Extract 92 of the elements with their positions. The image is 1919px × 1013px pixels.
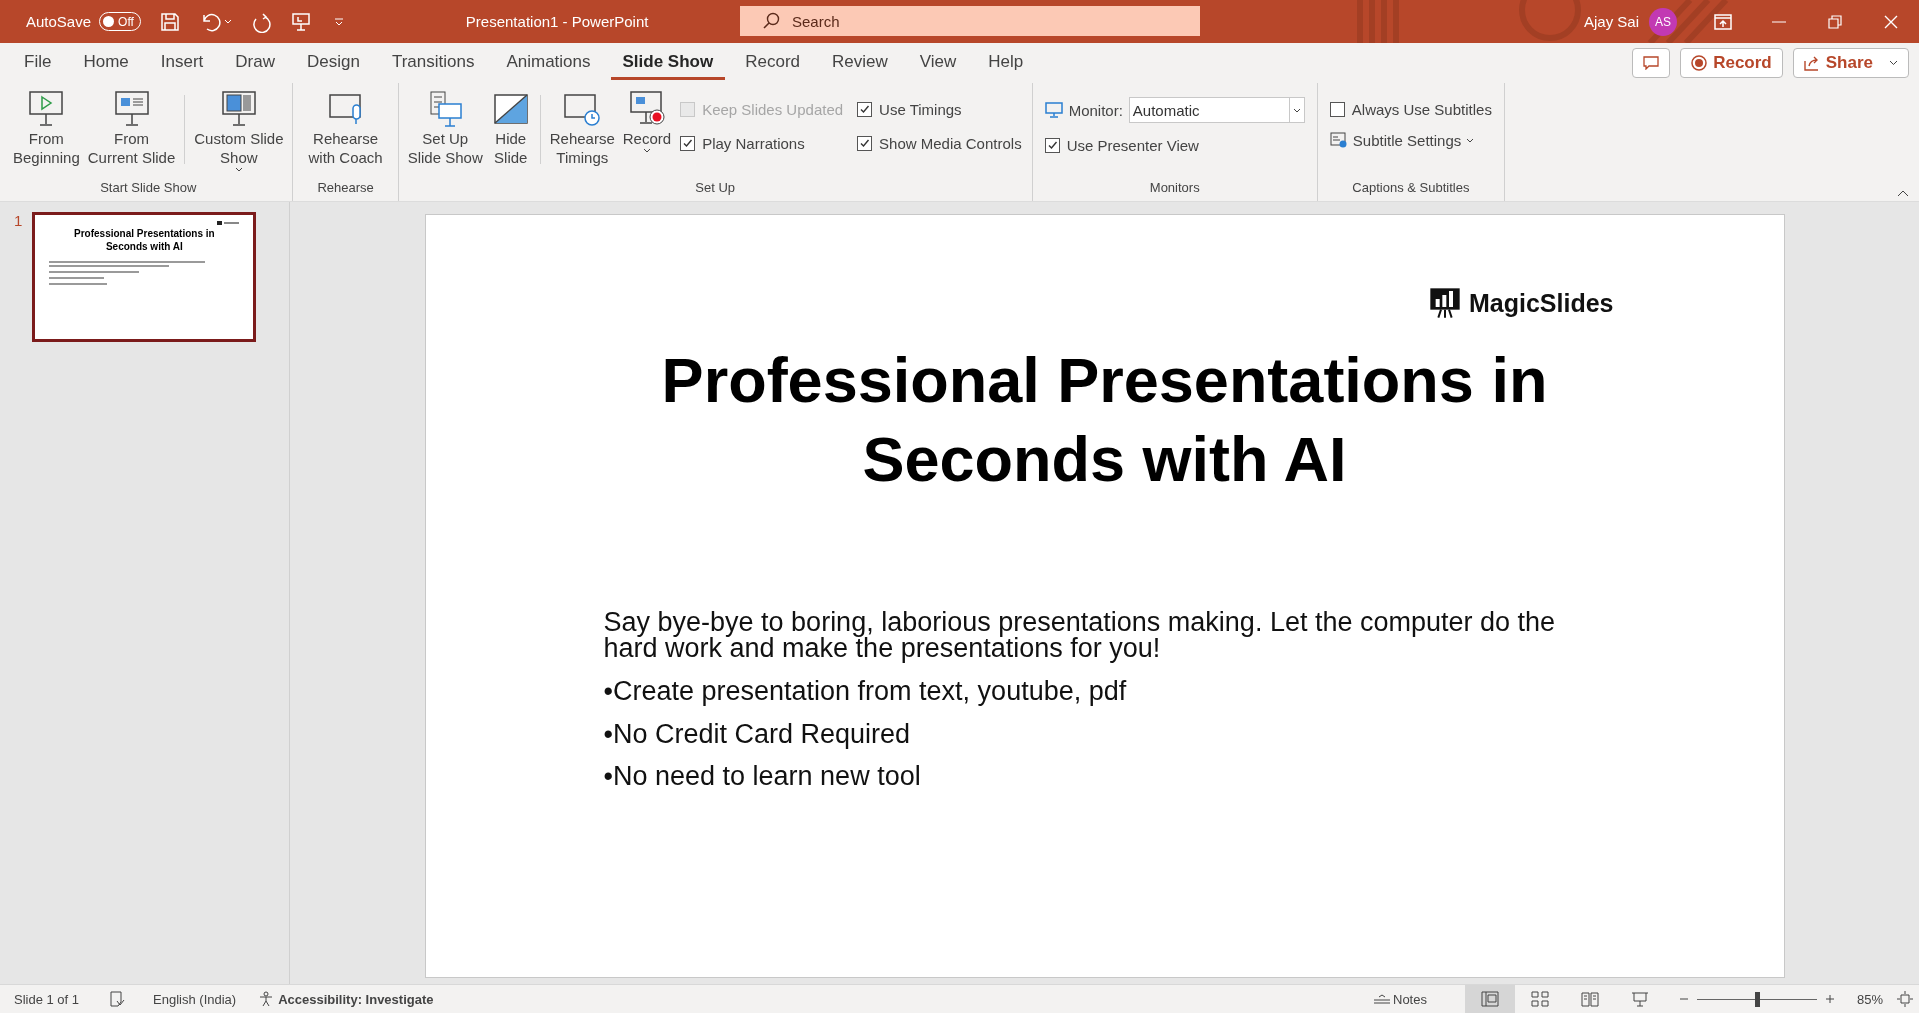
ribbon-tab[interactable]: Help	[976, 46, 1036, 80]
caret-icon	[1889, 60, 1898, 66]
subtitle-settings-menu[interactable]: Subtitle Settings	[1329, 131, 1492, 149]
caret-icon	[1466, 137, 1475, 143]
close-icon[interactable]	[1884, 14, 1898, 29]
slide-counter: Slide 1 of 1	[14, 991, 80, 1007]
share-icon	[1803, 55, 1820, 71]
monitor-label: Monitor:	[1068, 101, 1123, 119]
ribbon-tab[interactable]: Animations	[494, 46, 603, 80]
restore-icon[interactable]	[1828, 14, 1842, 29]
reading-view-icon	[1580, 991, 1599, 1007]
ribbon-tab[interactable]: Review	[820, 46, 900, 80]
user-name: Ajay Sai	[1583, 13, 1639, 30]
zoom-level: 85%	[1856, 991, 1883, 1007]
ribbon-button[interactable]: Set Up Slide Show	[404, 87, 486, 180]
collapse-ribbon-icon[interactable]	[1897, 190, 1909, 197]
save-icon[interactable]	[158, 10, 181, 33]
slide-number: 1	[14, 212, 23, 231]
accessibility-status[interactable]: Accessibility: Investigate	[278, 991, 434, 1007]
ribbon-tab[interactable]: Design	[294, 46, 372, 80]
checkmark-icon	[1046, 139, 1058, 151]
share-button[interactable]: Share	[1792, 48, 1909, 78]
group-label: Rehearse	[316, 180, 375, 197]
notes-icon[interactable]	[1373, 994, 1391, 1004]
checkbox-label: Always Use Subtitles	[1351, 100, 1492, 118]
group-label: Captions & Subtitles	[1351, 180, 1471, 197]
comments-button[interactable]	[1632, 48, 1671, 78]
slide-show-icon	[1630, 991, 1649, 1007]
checkbox-label: Use Timings	[879, 100, 962, 118]
checkbox-label: Show Media Controls	[879, 134, 1022, 152]
ribbon-tab[interactable]: Home	[71, 46, 141, 80]
bullet-item: •No need to learn new tool	[603, 760, 922, 793]
checkbox-label: Use Presenter View	[1066, 136, 1199, 154]
comment-icon	[1643, 56, 1660, 70]
ribbon-tab[interactable]: Draw	[223, 46, 287, 80]
ribbon-button[interactable]: Record	[619, 87, 675, 180]
logo-drawing	[217, 221, 240, 226]
group-label: Start Slide Show	[99, 180, 198, 197]
spelling-check-icon[interactable]	[109, 991, 126, 1007]
search-icon	[762, 12, 780, 30]
slide-title: Professional Presentations in Seconds with AI	[661, 344, 1548, 496]
logo-text: MagicSlides	[1469, 288, 1614, 318]
thumbnail-title: Professional Presentations in Seconds with AI	[73, 228, 216, 253]
slide-sorter-icon	[1530, 991, 1549, 1007]
user-avatar[interactable]: AS	[1649, 7, 1677, 36]
ribbon-tab[interactable]: Insert	[148, 46, 216, 80]
ribbon-display-icon[interactable]	[1714, 13, 1732, 30]
presenter-icon[interactable]	[289, 10, 312, 33]
zoom-in-icon[interactable]	[1824, 994, 1835, 1004]
group-label: Monitors	[1148, 180, 1201, 197]
ribbon-button[interactable]: Rehearse Timings	[546, 87, 618, 180]
search-field[interactable]: Search	[740, 6, 1200, 36]
group-label: Set Up	[694, 180, 737, 197]
checkmark-icon	[859, 103, 871, 115]
checkbox-label: Play Narrations	[702, 134, 805, 152]
checkbox[interactable]	[1329, 101, 1345, 117]
checkmark-icon	[859, 137, 871, 149]
monitor-icon	[1044, 102, 1063, 118]
record-icon	[1691, 55, 1708, 71]
caret-icon[interactable]	[223, 19, 232, 24]
slide-body-text: Say bye-bye to boring, laborious presentations making. Let the computer do the hard work and make the presentations for you!	[603, 608, 1557, 662]
subtitle-settings-icon	[1329, 131, 1348, 149]
accessibility-icon[interactable]	[258, 991, 275, 1007]
bullet-item: •Create presentation from text, youtube, pdf	[603, 675, 1128, 708]
record-button[interactable]: Record	[1680, 48, 1783, 78]
monitor-dropdown[interactable]: Automatic	[1128, 97, 1305, 123]
language-label: English (India)	[153, 991, 237, 1007]
ribbon-tab[interactable]: Transitions	[379, 46, 487, 80]
checkbox-label: Keep Slides Updated	[702, 100, 844, 118]
ribbon-tab[interactable]: Record	[733, 46, 812, 80]
checkmark-icon	[682, 137, 694, 149]
ribbon-tab[interactable]: View	[907, 46, 969, 80]
ribbon-tab[interactable]: Slide Show	[610, 46, 726, 80]
caret-icon	[1292, 107, 1301, 113]
autosave-label: AutoSave	[26, 13, 92, 30]
checkbox[interactable]	[1044, 137, 1060, 153]
ribbon-button[interactable]: From Current Slide	[84, 87, 179, 180]
checkbox[interactable]	[857, 135, 873, 151]
slide-thumbnail[interactable]: Professional Presentations in Seconds with AI	[32, 212, 257, 342]
bullet-item: •No Credit Card Required	[603, 717, 912, 751]
normal-view-icon	[1480, 991, 1499, 1007]
notes-button[interactable]: Notes	[1393, 991, 1427, 1007]
ribbon-button[interactable]: Rehearse with Coach	[305, 87, 386, 180]
ribbon-tab[interactable]: File	[12, 46, 64, 80]
customize-toolbar-icon[interactable]	[333, 17, 344, 26]
ribbon-button[interactable]: Hide Slide	[487, 87, 534, 180]
checkbox[interactable]	[857, 101, 873, 117]
document-title: Presentation1 - PowerPoint	[465, 13, 649, 30]
ribbon-button[interactable]: From Beginning	[10, 87, 83, 180]
ribbon-button[interactable]: Custom Slide Show	[191, 87, 287, 180]
checkbox[interactable]	[680, 135, 696, 151]
easel-chart-icon	[1429, 287, 1461, 319]
